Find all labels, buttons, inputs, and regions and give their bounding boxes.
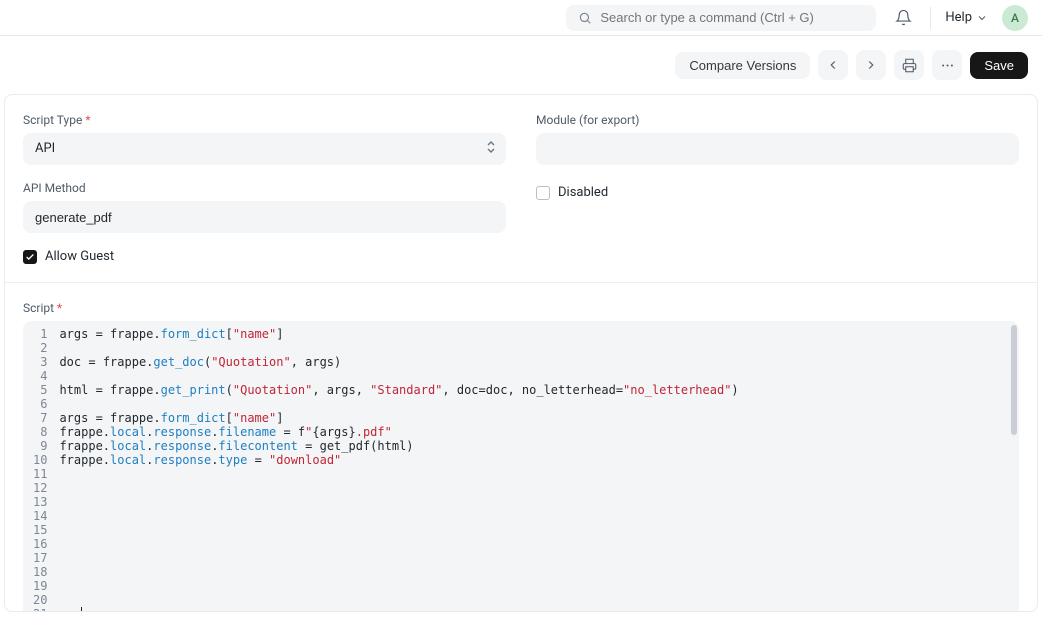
script-type-label: Script Type * — [23, 113, 506, 127]
disabled-checkbox[interactable] — [536, 186, 550, 200]
search-icon — [578, 11, 592, 25]
script-type-select[interactable]: API — [23, 133, 506, 165]
next-button[interactable] — [856, 50, 886, 80]
editor-scrollbar[interactable] — [1011, 325, 1017, 435]
module-input[interactable] — [536, 133, 1019, 165]
notifications-button[interactable] — [890, 5, 916, 31]
allow-guest-checkbox[interactable] — [23, 250, 37, 264]
chevron-left-icon — [826, 58, 840, 72]
avatar[interactable]: A — [1002, 5, 1028, 31]
help-menu[interactable]: Help — [945, 10, 988, 25]
help-label: Help — [945, 10, 972, 25]
print-button[interactable] — [894, 50, 924, 80]
prev-button[interactable] — [818, 50, 848, 80]
allow-guest-label: Allow Guest — [45, 249, 114, 264]
api-method-input[interactable] — [23, 201, 506, 233]
editor-gutter: 123456789101112131415161718192021 — [23, 321, 53, 611]
compare-versions-button[interactable]: Compare Versions — [675, 52, 810, 79]
check-icon — [25, 252, 35, 262]
search-box[interactable] — [566, 5, 876, 31]
editor-code[interactable]: args = frappe.form_dict["name"] doc = fr… — [53, 321, 1019, 611]
search-input[interactable] — [600, 10, 864, 25]
more-button[interactable] — [932, 50, 962, 80]
form-container: Script Type * API API Method Allow — [4, 94, 1038, 612]
editor-cursor — [81, 607, 82, 611]
more-horizontal-icon — [940, 58, 955, 73]
script-label: Script * — [23, 301, 1019, 315]
script-editor[interactable]: 123456789101112131415161718192021 args =… — [23, 321, 1019, 611]
chevron-right-icon — [864, 58, 878, 72]
api-method-label: API Method — [23, 181, 506, 195]
chevron-down-icon — [976, 12, 988, 24]
save-button[interactable]: Save — [970, 52, 1028, 79]
disabled-label: Disabled — [558, 185, 608, 200]
bell-icon — [895, 9, 912, 26]
printer-icon — [902, 58, 917, 73]
divider — [930, 7, 931, 29]
module-label: Module (for export) — [536, 113, 1019, 127]
